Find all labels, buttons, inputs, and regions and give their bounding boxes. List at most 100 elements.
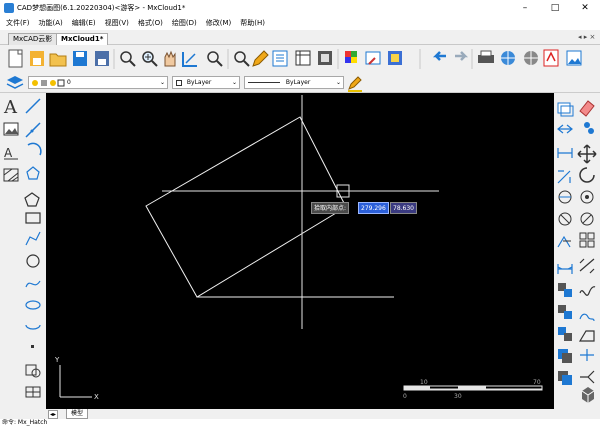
standard-toolbar xyxy=(0,45,600,73)
copy-icon xyxy=(557,102,574,117)
text-icon: A xyxy=(3,97,18,118)
linetype-select[interactable]: ByLayer ⌄ xyxy=(244,76,344,89)
menu-draw[interactable]: 绘图(D) xyxy=(172,18,197,28)
insert-block-icon xyxy=(25,364,41,378)
layer-value: 0 xyxy=(67,79,71,86)
extend-icon xyxy=(580,190,594,204)
draw-order-front-icon xyxy=(558,349,572,363)
dimension-aligned-icon xyxy=(579,258,595,274)
layer-state-icons xyxy=(32,79,65,87)
svg-text:A: A xyxy=(4,146,13,160)
modify-toolbar xyxy=(554,93,600,413)
color-palette-icon xyxy=(345,51,357,63)
rotate-icon xyxy=(579,167,595,183)
table-icon xyxy=(25,386,41,398)
linetype-sample xyxy=(248,82,280,83)
drawing-canvas[interactable]: Y X 0 10 30 70 拾取内部点: 279.296 78.630 xyxy=(46,93,554,409)
match-properties-icon xyxy=(365,51,381,65)
chevron-down-icon: ⌄ xyxy=(231,79,237,86)
image-icon xyxy=(566,50,582,66)
zoom-window-icon xyxy=(120,51,136,67)
command-line[interactable]: 命令: Mx_Hatch xyxy=(0,419,600,427)
scale-tick-30: 30 xyxy=(454,393,462,400)
line-icon xyxy=(25,98,41,114)
color-swatch-icon xyxy=(176,79,182,86)
maximize-button[interactable]: □ xyxy=(542,0,568,16)
menu-bar: 文件(F) 功能(A) 编辑(E) 视图(V) 格式(O) 绘图(D) 修改(M… xyxy=(0,16,600,30)
color-select[interactable]: ByLayer ⌄ xyxy=(172,76,240,89)
ellipse-icon xyxy=(25,300,41,310)
tab-nav-buttons[interactable]: ◂▸ xyxy=(48,410,59,419)
color-value: ByLayer xyxy=(186,79,212,86)
polyline-icon xyxy=(25,231,41,246)
tab-model[interactable]: 模型 xyxy=(66,409,89,419)
block-icon xyxy=(318,51,332,65)
title-bar: CAD梦想画图(6.1.20220304)<游客> - MxCloud1* – … xyxy=(0,0,600,16)
trim-icon xyxy=(558,190,572,204)
save-all-icon xyxy=(95,51,109,66)
menu-modify[interactable]: 修改(M) xyxy=(206,18,232,28)
pan-hand-icon xyxy=(164,50,176,67)
zoom-all-icon xyxy=(207,51,223,67)
explode-icon xyxy=(558,283,572,297)
menu-help[interactable]: 帮助(H) xyxy=(240,18,265,28)
array-icon xyxy=(579,232,595,248)
linetype-value: ByLayer xyxy=(285,79,311,86)
menu-format[interactable]: 格式(O) xyxy=(138,18,163,28)
pentagon-icon xyxy=(24,192,40,207)
open-folder-icon xyxy=(49,53,67,67)
move-icon xyxy=(577,144,597,164)
lengthen-icon xyxy=(580,349,594,361)
tab-controls[interactable]: ◂ ▸ × xyxy=(578,33,595,41)
layer-select[interactable]: 0 ⌄ xyxy=(28,76,168,89)
menu-edit[interactable]: 编辑(E) xyxy=(72,18,96,28)
zoom-extents-icon xyxy=(182,52,197,67)
fillet-icon xyxy=(558,212,572,226)
drawing-svg: Y X 0 10 30 70 xyxy=(54,95,543,401)
pencil-icon[interactable] xyxy=(346,74,364,92)
properties-icon xyxy=(272,50,288,67)
tab-label: MxCAD云影 xyxy=(13,35,53,43)
draw-toolbar: A A xyxy=(0,93,46,413)
stretch-icon xyxy=(557,148,573,158)
web-icon xyxy=(524,51,538,65)
scale-tick-70: 70 xyxy=(533,379,541,386)
menu-function[interactable]: 功能(A) xyxy=(39,18,63,28)
menu-file[interactable]: 文件(F) xyxy=(6,18,30,28)
model-tab-bar: ◂▸ 模型 xyxy=(46,409,554,419)
pdf-icon xyxy=(543,49,559,67)
arc-icon xyxy=(27,142,42,156)
tooltip-prompt: 拾取内部点: xyxy=(311,202,350,214)
edit-polyline-icon xyxy=(578,330,595,342)
scale-tick-0: 0 xyxy=(403,393,407,400)
layer-toolbar: 0 ⌄ ByLayer ⌄ ByLayer ⌄ xyxy=(0,73,600,93)
menu-view[interactable]: 视图(V) xyxy=(105,18,129,28)
revcloud-icon xyxy=(579,313,595,322)
rectangle-icon xyxy=(25,212,41,224)
print-icon xyxy=(478,50,494,63)
polygon-icon xyxy=(26,166,40,180)
chevron-down-icon: ⌄ xyxy=(335,79,341,86)
minimize-button[interactable]: – xyxy=(512,0,538,16)
save-icon xyxy=(73,51,87,66)
spline-icon xyxy=(25,280,41,288)
dimension-linear-icon xyxy=(557,264,573,274)
new-file-icon xyxy=(8,49,23,68)
tab-mxcad-cloud[interactable]: MxCAD云影 xyxy=(8,33,58,45)
global-icon xyxy=(501,51,515,65)
tooltip-x-input[interactable]: 279.296 xyxy=(358,202,389,214)
ray-icon xyxy=(25,122,41,138)
tooltip-y-input[interactable]: 78.630 xyxy=(390,202,417,214)
hatch-icon xyxy=(3,168,19,182)
window-title: CAD梦想画图(6.1.20220304)<游客> - MxCloud1* xyxy=(17,4,186,12)
scale-icon xyxy=(557,170,571,184)
axis-y-label: Y xyxy=(54,356,60,364)
chamfer-icon xyxy=(580,212,594,226)
erase-icon xyxy=(579,100,595,117)
svg-text:A: A xyxy=(3,97,18,118)
zoom-in-icon xyxy=(142,51,158,67)
axis-x-label: X xyxy=(94,393,99,401)
group-icon xyxy=(558,327,572,341)
close-button[interactable]: ✕ xyxy=(572,0,598,16)
tab-mxcloud1[interactable]: MxCloud1* xyxy=(56,33,109,45)
